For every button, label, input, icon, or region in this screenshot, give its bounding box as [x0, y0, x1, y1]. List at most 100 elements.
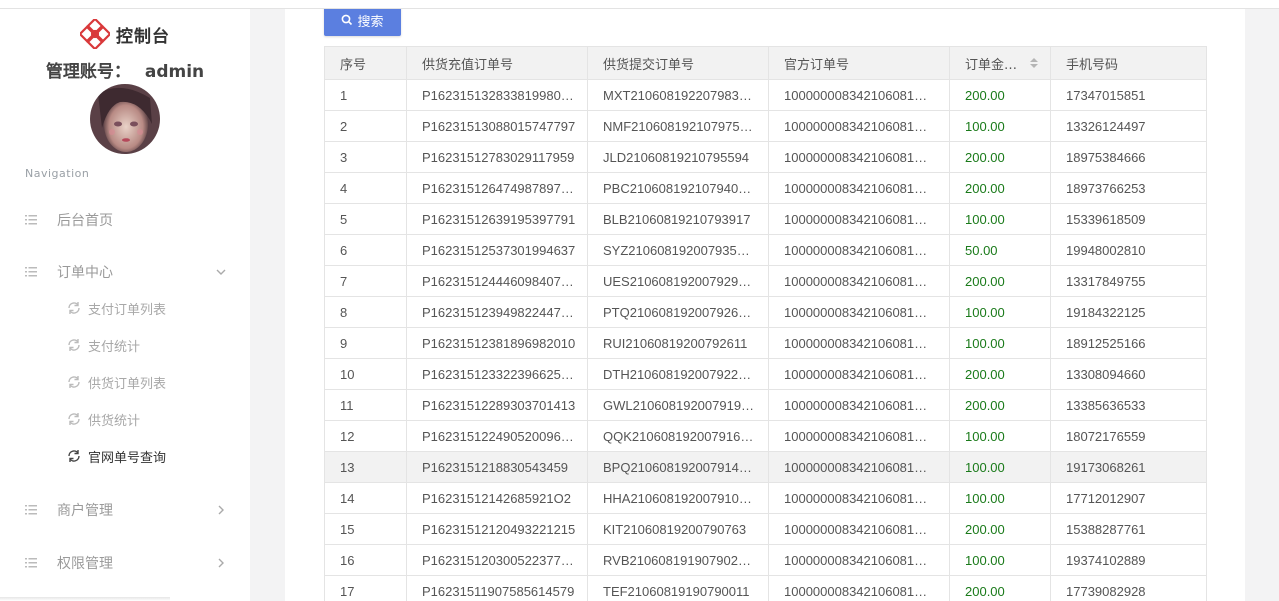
cell-supply-submit-order: KIT21060819200790763	[587, 513, 769, 545]
refresh-icon	[68, 450, 80, 462]
cell-official-order: 100000008342106081…	[768, 296, 950, 328]
sub-item-supply-stats[interactable]: 供货统计	[0, 405, 250, 433]
table-row[interactable]: 6 P16231512537301994637 SYZ210608192007935…	[324, 234, 1207, 266]
col-header-supply-submit-order[interactable]: 供货提交订单号	[587, 46, 769, 80]
table-row[interactable]: 10 P162315123322396625… DTH210608192007922…	[324, 358, 1207, 390]
cell-supply-submit-order: HHA210608192007910…	[587, 482, 769, 514]
cell-supply-recharge-order: P162315124446098407…	[406, 265, 588, 297]
cell-phone: 18973766253	[1050, 172, 1207, 204]
brand-title: 控制台	[116, 26, 170, 47]
sub-item-label: 供货统计	[88, 413, 141, 429]
cell-phone: 18912525166	[1050, 327, 1207, 359]
sub-item-label: 支付订单列表	[88, 302, 167, 318]
table-row[interactable]: 2 P16231513088015747797 NMF210608192107975…	[324, 110, 1207, 142]
cell-phone: 18975384666	[1050, 141, 1207, 173]
sub-item-pay-orders[interactable]: 支付订单列表	[0, 294, 250, 322]
avatar-image	[90, 84, 160, 154]
cell-official-order: 100000008342106081…	[768, 358, 950, 390]
menu-lines-icon	[25, 215, 37, 225]
sub-item-label: 支付统计	[88, 339, 141, 355]
cell-official-order: 100000008342106081…	[768, 203, 950, 235]
cell-supply-recharge-order: P162315132833819980…	[406, 79, 588, 111]
cell-amount: 200.00	[949, 265, 1051, 297]
cell-amount: 200.00	[949, 513, 1051, 545]
table-row[interactable]: 4 P162315126474987897… PBC210608192107940……	[324, 172, 1207, 204]
cell-phone: 13326124497	[1050, 110, 1207, 142]
cell-index: 5	[324, 203, 407, 235]
table-row[interactable]: 13 P1623151218830543459 BPQ210608192007914…	[324, 451, 1207, 483]
col-header-official-order[interactable]: 官方订单号	[768, 46, 950, 80]
cell-supply-recharge-order: P1623151218830543459	[406, 451, 588, 483]
cell-index: 1	[324, 79, 407, 111]
col-header-phone[interactable]: 手机号码	[1050, 46, 1207, 80]
menu-lines-icon	[25, 505, 37, 515]
nav-item-merchant[interactable]: 商户管理	[0, 492, 250, 528]
table-row[interactable]: 3 P16231512783029117959 JLD210608192107955…	[324, 141, 1207, 173]
cell-supply-recharge-order: P162315123322396625…	[406, 358, 588, 390]
table-row[interactable]: 14 P16231512142685921O2 HHA210608192007910…	[324, 482, 1207, 514]
cell-official-order: 100000008342106081…	[768, 172, 950, 204]
table-row[interactable]: 11 P16231512289303701413 GWL21060819200791…	[324, 389, 1207, 421]
table-row[interactable]: 9 P16231512381896982010 RUI210608192007926…	[324, 327, 1207, 359]
cell-official-order: 100000008342106081…	[768, 513, 950, 545]
sub-item-label: 官网单号查询	[88, 450, 167, 466]
account-line: 管理账号： admin	[0, 57, 250, 82]
cell-amount: 200.00	[949, 358, 1051, 390]
cell-supply-recharge-order: P16231512537301994637	[406, 234, 588, 266]
nav-item-label: 订单中心	[57, 265, 113, 281]
nav-item-dashboard[interactable]: 后台首页	[0, 202, 250, 238]
table-row[interactable]: 16 P162315120300522377… RVB210608191907902…	[324, 544, 1207, 576]
cell-index: 2	[324, 110, 407, 142]
cell-index: 10	[324, 358, 407, 390]
cell-amount: 200.00	[949, 141, 1051, 173]
sub-item-pay-stats[interactable]: 支付统计	[0, 331, 250, 359]
cell-supply-recharge-order: P16231512120493221215	[406, 513, 588, 545]
cell-amount: 100.00	[949, 482, 1051, 514]
col-header-amount[interactable]: 订单金额…	[949, 46, 1051, 80]
sub-item-supply-orders[interactable]: 供货订单列表	[0, 368, 250, 396]
table-row[interactable]: 12 P162315122490520096… QQK210608192007916…	[324, 420, 1207, 452]
cell-supply-recharge-order: P16231511907585614579	[406, 575, 588, 601]
sub-item-official-query[interactable]: 官网单号查询	[0, 442, 250, 470]
table-row[interactable]: 5 P16231512639195397791 BLB210608192107939…	[324, 203, 1207, 235]
cell-official-order: 100000008342106081…	[768, 420, 950, 452]
table-row[interactable]: 15 P16231512120493221215 KIT21060819200790…	[324, 513, 1207, 545]
cell-supply-submit-order: BPQ210608192007914…	[587, 451, 769, 483]
cell-index: 16	[324, 544, 407, 576]
table-row[interactable]: 7 P162315124446098407… UES210608192007929……	[324, 265, 1207, 297]
cell-supply-submit-order: PTQ210608192007926…	[587, 296, 769, 328]
sort-icon[interactable]	[1030, 57, 1038, 69]
cell-official-order: 100000008342106081…	[768, 110, 950, 142]
nav-item-order-center[interactable]: 订单中心	[0, 254, 250, 290]
cell-index: 12	[324, 420, 407, 452]
chevron-right-icon	[218, 558, 224, 568]
cell-supply-recharge-order: P16231512639195397791	[406, 203, 588, 235]
cell-amount: 200.00	[949, 389, 1051, 421]
cell-index: 15	[324, 513, 407, 545]
table-row[interactable]: 1 P162315132833819980… MXT210608192207983……	[324, 79, 1207, 111]
table-row[interactable]: 8 P162315123949822447… PTQ210608192007926……	[324, 296, 1207, 328]
cell-index: 8	[324, 296, 407, 328]
cell-phone: 15339618509	[1050, 203, 1207, 235]
cell-supply-recharge-order: P162315122490520096…	[406, 420, 588, 452]
col-header-supply-recharge-order[interactable]: 供货充值订单号	[406, 46, 588, 80]
cell-supply-submit-order: QQK210608192007916…	[587, 420, 769, 452]
cell-official-order: 100000008342106081…	[768, 79, 950, 111]
cell-official-order: 100000008342106081…	[768, 389, 950, 421]
menu-lines-icon	[25, 558, 37, 568]
cell-official-order: 100000008342106081…	[768, 265, 950, 297]
cell-amount: 100.00	[949, 203, 1051, 235]
nav-item-permission[interactable]: 权限管理	[0, 545, 250, 581]
cell-supply-submit-order: SYZ210608192007935…	[587, 234, 769, 266]
cell-supply-recharge-order: P162315123949822447…	[406, 296, 588, 328]
table-row[interactable]: 17 P16231511907585614579 TEF21060819190790…	[324, 575, 1207, 601]
orders-table-body: 1 P162315132833819980… MXT210608192207983……	[324, 79, 1207, 601]
refresh-icon	[68, 376, 80, 388]
chevron-right-icon	[218, 505, 224, 515]
avatar[interactable]	[90, 84, 160, 154]
cell-supply-recharge-order: P162315120300522377…	[406, 544, 588, 576]
cell-phone: 15388287761	[1050, 513, 1207, 545]
brand: 控制台	[80, 18, 170, 50]
col-header-index[interactable]: 序号	[324, 46, 407, 80]
cell-index: 14	[324, 482, 407, 514]
